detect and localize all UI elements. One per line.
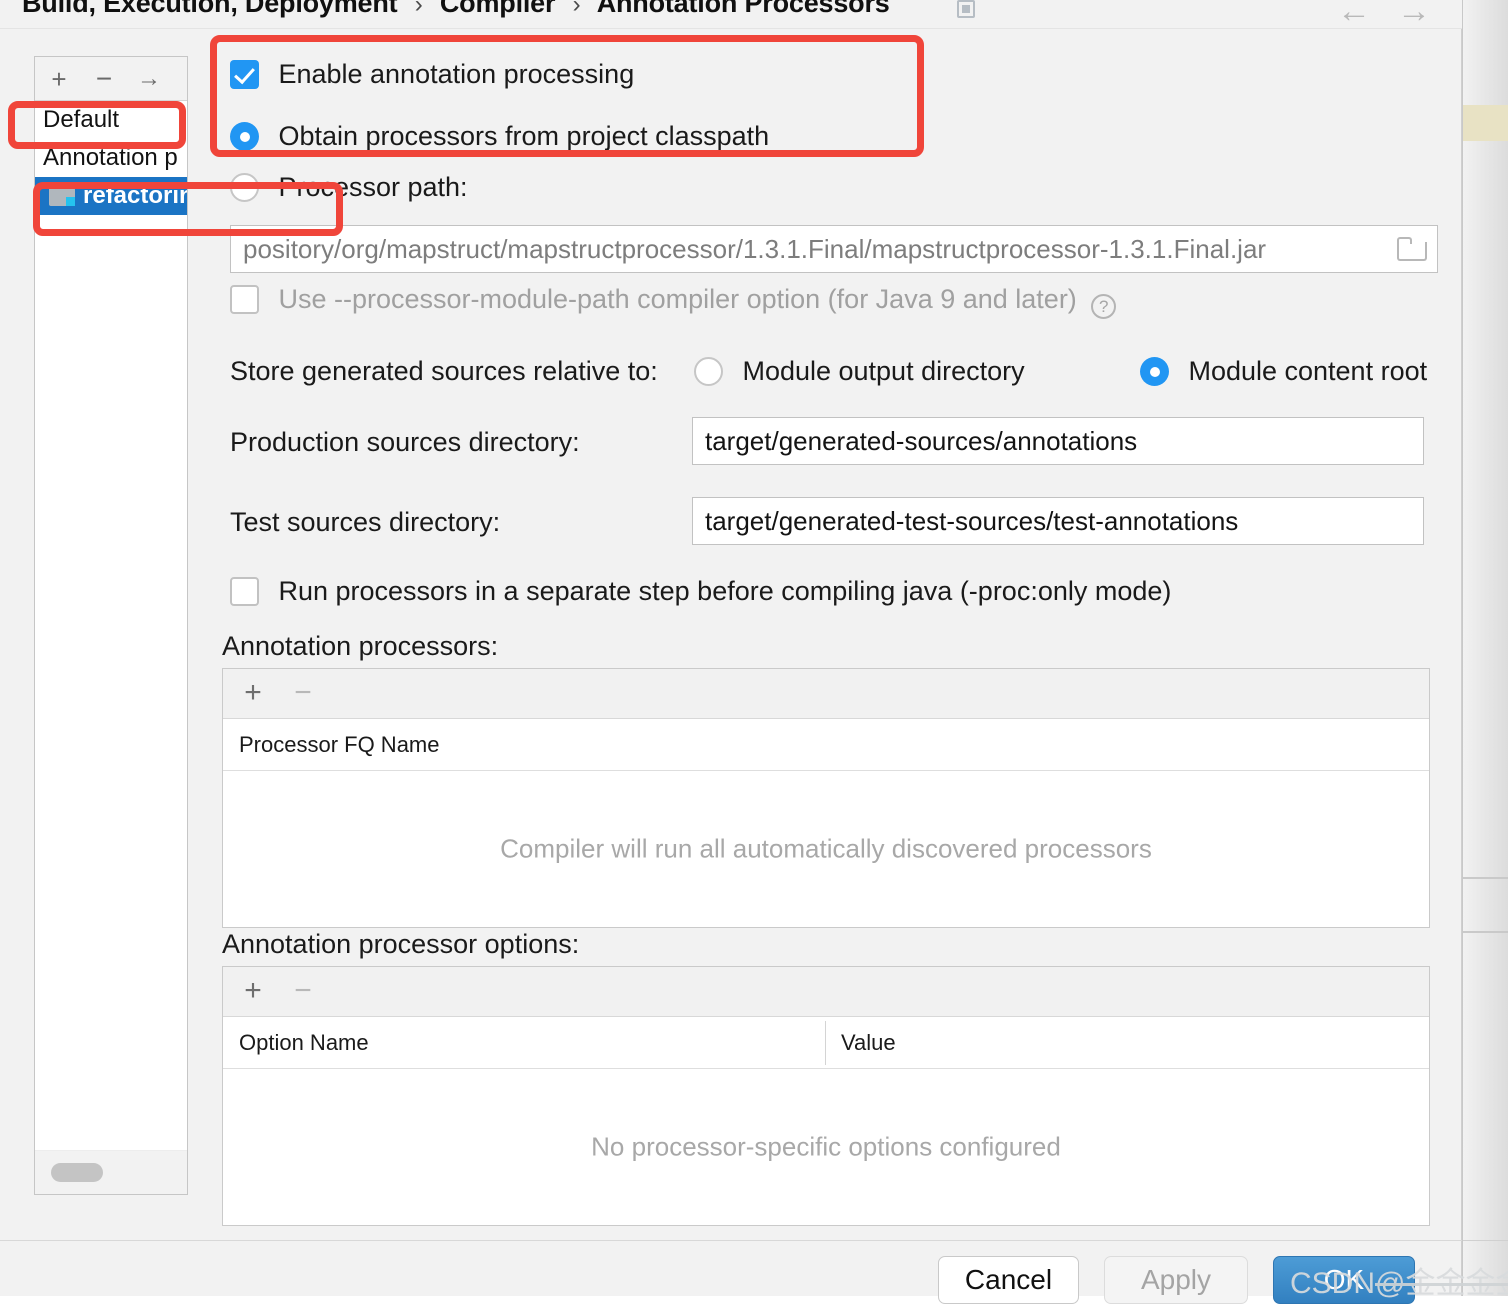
module-content-root-row[interactable]: Module content root — [1140, 356, 1427, 387]
settings-scope-icon[interactable] — [957, 0, 975, 18]
remove-profile-button[interactable]: − — [90, 66, 118, 94]
dialog-right-edge — [1462, 0, 1463, 1296]
tree-item-annotation-profile[interactable]: Annotation p — [35, 139, 187, 177]
processors-table-toolbar: + − — [223, 669, 1429, 719]
background-divider-3 — [1463, 1240, 1508, 1241]
annotation-processors-section-label: Annotation processors: — [222, 631, 498, 662]
forward-arrow-icon[interactable]: → — [1397, 0, 1431, 28]
add-option-button[interactable]: + — [237, 975, 269, 1007]
breadcrumb-item-build[interactable]: Build, Execution, Deployment — [22, 0, 397, 18]
move-to-profile-button[interactable]: → — [135, 66, 163, 94]
dialog-header: Build, Execution, Deployment › Compiler … — [0, 0, 1462, 28]
header-divider — [0, 28, 1462, 29]
apply-button[interactable]: Apply — [1104, 1256, 1248, 1304]
processor-path-radio[interactable] — [230, 173, 259, 202]
separate-step-label: Run processors in a separate step before… — [278, 576, 1171, 606]
processor-module-path-checkbox[interactable] — [230, 285, 259, 314]
processor-path-row[interactable]: Processor path: — [230, 172, 468, 203]
processors-table-header: Processor FQ Name — [223, 719, 1429, 771]
folder-browse-icon[interactable] — [1397, 237, 1427, 261]
production-sources-label: Production sources directory: — [230, 427, 580, 457]
options-table-toolbar: + − — [223, 967, 1429, 1017]
separate-step-row[interactable]: Run processors in a separate step before… — [230, 576, 1171, 607]
annotation-processors-form: Enable annotation processing Obtain proc… — [222, 44, 1442, 1224]
breadcrumb-separator-1: › — [405, 0, 433, 18]
obtain-from-classpath-row[interactable]: Obtain processors from project classpath — [230, 121, 769, 152]
background-ide-panel — [1462, 0, 1508, 1296]
breadcrumb-item-compiler[interactable]: Compiler — [440, 0, 555, 18]
settings-dialog: Build, Execution, Deployment › Compiler … — [0, 0, 1462, 1296]
test-sources-value: target/generated-test-sources/test-annot… — [705, 506, 1238, 536]
breadcrumb-separator-2: › — [563, 0, 591, 18]
ok-button[interactable]: OK — [1273, 1256, 1415, 1304]
module-output-directory-radio[interactable] — [694, 357, 723, 386]
obtain-from-classpath-label: Obtain processors from project classpath — [278, 121, 769, 151]
cancel-button[interactable]: Cancel — [938, 1256, 1079, 1304]
test-sources-input[interactable]: target/generated-test-sources/test-annot… — [692, 497, 1424, 545]
column-header-processor-fq-name[interactable]: Processor FQ Name — [223, 719, 440, 771]
desktop-background: Build, Execution, Deployment › Compiler … — [0, 0, 1508, 1296]
footer-divider — [0, 1240, 1462, 1241]
breadcrumb: Build, Execution, Deployment › Compiler … — [22, 0, 890, 19]
production-sources-input[interactable]: target/generated-sources/annotations — [692, 417, 1424, 465]
tree-item-label: refactoringcode — [83, 182, 187, 209]
breadcrumb-item-annotation-processors[interactable]: Annotation Processors — [597, 0, 890, 18]
processor-path-input[interactable]: pository/org/mapstruct/mapstructprocesso… — [230, 225, 1438, 273]
options-table-header: Option Name Value — [223, 1017, 1429, 1069]
annotation-processor-options-table[interactable]: + − Option Name Value No processor-speci… — [222, 966, 1430, 1226]
processor-module-path-label: Use --processor-module-path compiler opt… — [278, 284, 1076, 314]
column-header-value[interactable]: Value — [825, 1017, 896, 1069]
tree-item-label: Annotation p — [43, 144, 178, 171]
production-sources-label-wrap: Production sources directory: — [230, 427, 580, 458]
tree-item-refactoringcode[interactable]: refactoringcode — [35, 177, 187, 215]
background-divider-1 — [1463, 877, 1508, 879]
profiles-horizontal-scrollbar[interactable] — [35, 1150, 187, 1194]
annotation-processor-options-section-label: Annotation processor options: — [222, 929, 579, 960]
folder-icon — [49, 185, 75, 206]
options-empty-message: No processor-specific options configured — [223, 1132, 1429, 1163]
help-icon[interactable]: ? — [1091, 294, 1116, 319]
column-header-option-name[interactable]: Option Name — [223, 1017, 369, 1069]
enable-annotation-processing-label: Enable annotation processing — [278, 59, 634, 89]
module-output-directory-label: Module output directory — [742, 356, 1024, 386]
obtain-from-classpath-radio[interactable] — [230, 122, 259, 151]
store-generated-sources-label: Store generated sources relative to: — [230, 356, 658, 386]
add-profile-button[interactable]: + — [45, 66, 73, 94]
processors-table-body[interactable]: Compiler will run all automatically disc… — [223, 771, 1429, 927]
processor-path-label: Processor path: — [278, 172, 467, 202]
separate-step-checkbox[interactable] — [230, 577, 259, 606]
test-sources-label-wrap: Test sources directory: — [230, 507, 500, 538]
production-sources-value: target/generated-sources/annotations — [705, 426, 1137, 456]
enable-annotation-processing-checkbox[interactable] — [230, 60, 259, 89]
background-highlight-strip — [1463, 105, 1508, 141]
profiles-toolbar: + − → — [35, 57, 187, 101]
processor-path-value: pository/org/mapstruct/mapstructprocesso… — [243, 234, 1266, 264]
profiles-panel: + − → Default Annotation p refactoringco… — [34, 56, 188, 1195]
tree-item-label: Default — [43, 106, 119, 133]
remove-option-button[interactable]: − — [287, 975, 319, 1007]
module-content-root-label: Module content root — [1188, 356, 1427, 386]
add-processor-button[interactable]: + — [237, 677, 269, 709]
enable-annotation-processing-row[interactable]: Enable annotation processing — [230, 59, 634, 90]
module-content-root-radio[interactable] — [1140, 357, 1169, 386]
processor-module-path-row[interactable]: Use --processor-module-path compiler opt… — [230, 284, 1116, 319]
test-sources-label: Test sources directory: — [230, 507, 500, 537]
profiles-tree[interactable]: Default Annotation p refactoringcode — [35, 101, 187, 1150]
background-divider-2 — [1463, 931, 1508, 933]
annotation-processors-table[interactable]: + − Processor FQ Name Compiler will run … — [222, 668, 1430, 928]
options-table-body[interactable]: No processor-specific options configured — [223, 1069, 1429, 1225]
remove-processor-button[interactable]: − — [287, 677, 319, 709]
scrollbar-thumb[interactable] — [51, 1163, 103, 1182]
store-generated-sources-row: Store generated sources relative to: — [230, 356, 658, 387]
processors-empty-message: Compiler will run all automatically disc… — [223, 834, 1429, 865]
module-output-directory-row[interactable]: Module output directory — [694, 356, 1025, 387]
tree-item-default[interactable]: Default — [35, 101, 187, 139]
back-arrow-icon[interactable]: ← — [1337, 0, 1371, 28]
